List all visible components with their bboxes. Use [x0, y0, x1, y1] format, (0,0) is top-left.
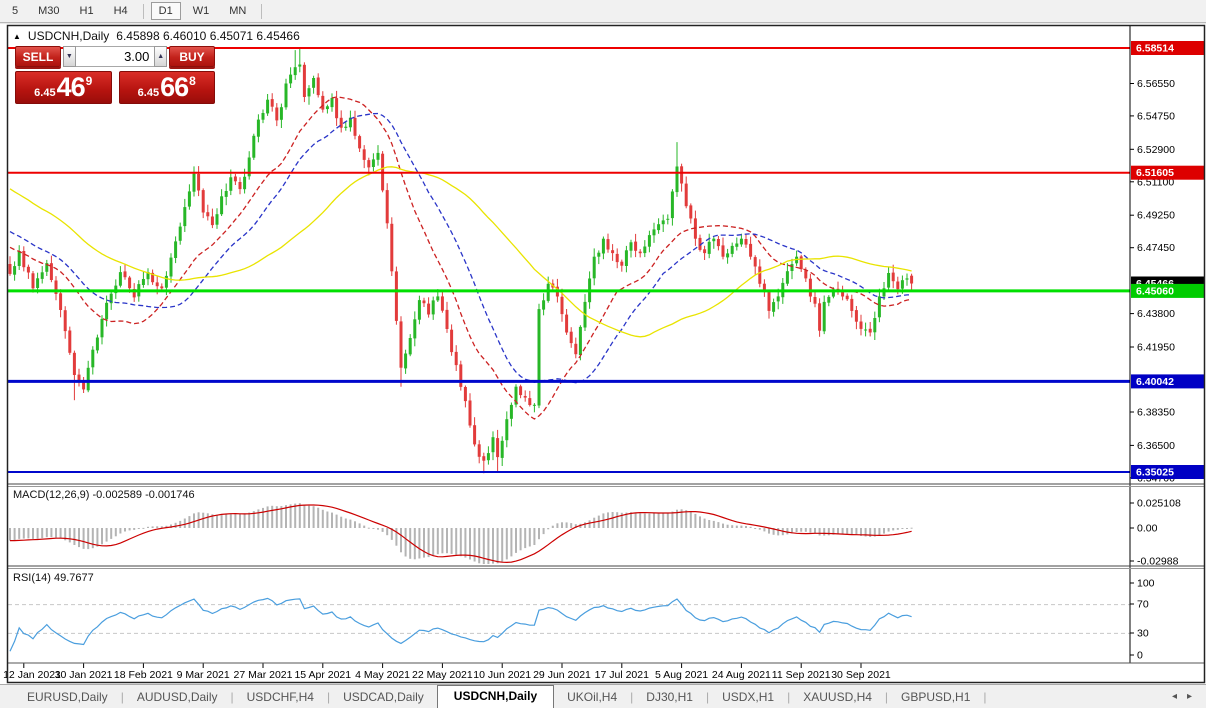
- date-tick-label: 15 Apr 2021: [294, 669, 351, 681]
- indicator-tick-label: 100: [1137, 578, 1155, 590]
- sell-price-pip: 9: [86, 74, 93, 88]
- tab-ukoil-h4[interactable]: UKOil,H4: [554, 687, 630, 708]
- rsi-pane: [8, 598, 1130, 651]
- volume-input[interactable]: [76, 46, 155, 67]
- svg-text:6.45060: 6.45060: [1136, 285, 1174, 297]
- timeframe-d1[interactable]: D1: [151, 2, 181, 20]
- tab-usdcnh-daily[interactable]: USDCNH,Daily: [437, 685, 554, 708]
- tab-usdx-h1[interactable]: USDX,H1: [709, 687, 787, 708]
- toolbar-separator: [143, 4, 144, 19]
- price-tick-label: 6.43800: [1137, 308, 1175, 320]
- indicator-tick-label: 70: [1137, 599, 1149, 611]
- tab-xauusd-h4[interactable]: XAUUSD,H4: [790, 687, 885, 708]
- svg-text:6.51605: 6.51605: [1136, 167, 1174, 179]
- sell-price-big: 46: [57, 73, 85, 102]
- level-lines[interactable]: [8, 48, 1130, 472]
- chart-ohlc-values: 6.45898 6.46010 6.45071 6.45466: [116, 29, 300, 43]
- tab-scroll-right-icon[interactable]: ▸: [1187, 691, 1192, 702]
- date-tick-label: 30 Jan 2021: [55, 669, 113, 681]
- chart-symbol-label: USDCNH,Daily: [28, 29, 109, 43]
- tab-usdchf-h4[interactable]: USDCHF,H4: [234, 687, 327, 708]
- macd-name: MACD(12,26,9): [13, 489, 89, 501]
- price-tick-label: 6.54750: [1137, 110, 1175, 122]
- buy-price-big: 66: [160, 73, 188, 102]
- tab-gbpusd-h1[interactable]: GBPUSD,H1: [888, 687, 983, 708]
- timeframe-h4[interactable]: H4: [106, 2, 136, 20]
- tab-audusd-daily[interactable]: AUDUSD,Daily: [124, 687, 231, 708]
- date-tick-label: 5 Aug 2021: [655, 669, 708, 681]
- rsi-indicator-label: RSI(14) 49.7677: [13, 572, 94, 584]
- ma-55-line: [10, 167, 912, 337]
- buy-button[interactable]: BUY: [169, 46, 215, 67]
- window-frames: [8, 26, 1205, 683]
- timeframe-mn[interactable]: MN: [221, 2, 254, 20]
- rsi-line: [10, 598, 912, 651]
- tab-dj30-h1[interactable]: DJ30,H1: [633, 687, 706, 708]
- svg-text:6.58514: 6.58514: [1136, 43, 1174, 55]
- date-tick-label: 29 Jun 2021: [533, 669, 591, 681]
- macd-values: -0.002589 -0.001746: [92, 489, 194, 501]
- tab-scroll-left-icon[interactable]: ◂: [1172, 691, 1177, 702]
- one-click-trading-widget: SELL ▼ ▲ BUY 6.45 46 9 6.45 66 8: [15, 46, 215, 104]
- candlestick-series: [9, 49, 914, 474]
- date-tick-label: 30 Sep 2021: [831, 669, 891, 681]
- macd-indicator-label: MACD(12,26,9) -0.002589 -0.001746: [13, 489, 195, 501]
- price-tick-label: 6.47450: [1137, 242, 1175, 254]
- price-tick-label: 6.38350: [1137, 407, 1175, 419]
- macd-histogram: [9, 503, 913, 564]
- timeframe-w1[interactable]: W1: [185, 2, 218, 20]
- date-tick-label: 22 May 2021: [412, 669, 473, 681]
- rsi-value: 49.7677: [54, 572, 94, 584]
- tabs-list: EURUSD,Daily|AUDUSD,Daily|USDCHF,H4|USDC…: [0, 685, 987, 708]
- sell-button[interactable]: SELL: [15, 46, 61, 67]
- indicator-axes: 0.0251080.00-0.0298810070300: [1130, 498, 1181, 662]
- volume-increase-button[interactable]: ▲: [154, 46, 167, 67]
- buy-price-prefix: 6.45: [138, 87, 159, 99]
- rsi-name: RSI(14): [13, 572, 51, 584]
- date-tick-label: 11 Sep 2021: [772, 669, 831, 681]
- indicator-tick-label: 0.025108: [1137, 498, 1181, 510]
- price-tick-label: 6.52900: [1137, 144, 1175, 156]
- date-tick-label: 24 Aug 2021: [712, 669, 771, 681]
- buy-price-display[interactable]: 6.45 66 8: [119, 71, 216, 104]
- sell-price-display[interactable]: 6.45 46 9: [15, 71, 112, 104]
- chart-window: 6.565506.547506.529006.511006.492506.474…: [0, 24, 1206, 684]
- timeframe-m30[interactable]: M30: [30, 2, 67, 20]
- collapse-arrow-icon[interactable]: ▲: [13, 32, 21, 41]
- volume-decrease-button[interactable]: ▼: [63, 46, 76, 67]
- chart-canvas[interactable]: 6.565506.547506.529006.511006.492506.474…: [0, 24, 1206, 684]
- tab-scroll-arrows: ◂ ▸: [1172, 691, 1192, 702]
- svg-text:6.35025: 6.35025: [1136, 467, 1174, 479]
- date-tick-label: 9 Mar 2021: [177, 669, 230, 681]
- ma-28-line: [10, 114, 912, 383]
- price-tick-label: 6.41950: [1137, 342, 1175, 354]
- date-tick-label: 18 Feb 2021: [114, 669, 173, 681]
- indicator-tick-label: 0: [1137, 650, 1143, 662]
- svg-text:6.40042: 6.40042: [1136, 376, 1174, 388]
- buy-price-pip: 8: [189, 74, 196, 88]
- time-axis[interactable]: 12 Jan 202130 Jan 202118 Feb 2021 9 Mar 2…: [3, 663, 891, 681]
- price-tick-label: 6.56550: [1137, 78, 1175, 90]
- tab-eurusd-daily[interactable]: EURUSD,Daily: [14, 687, 121, 708]
- price-tick-label: 6.36500: [1137, 440, 1175, 452]
- date-tick-label: 17 Jul 2021: [595, 669, 649, 681]
- date-tick-label: 27 Mar 2021: [234, 669, 293, 681]
- tab-usdcad-daily[interactable]: USDCAD,Daily: [330, 687, 437, 708]
- price-tick-label: 6.49250: [1137, 210, 1175, 222]
- date-tick-label: 10 Jun 2021: [473, 669, 531, 681]
- toolbar-separator: [261, 4, 262, 19]
- indicator-tick-label: 0.00: [1137, 523, 1158, 535]
- timeframe-5[interactable]: 5: [4, 2, 26, 20]
- volume-group: ▼ ▲: [63, 46, 167, 67]
- date-tick-label: 12 Jan 2021: [3, 669, 61, 681]
- tab-separator: |: [983, 690, 986, 704]
- chart-tabs-bar: EURUSD,Daily|AUDUSD,Daily|USDCHF,H4|USDC…: [0, 684, 1206, 708]
- chart-title: ▲ USDCNH,Daily 6.45898 6.46010 6.45071 6…: [13, 29, 300, 43]
- date-tick-label: 4 May 2021: [355, 669, 410, 681]
- timeframe-h1[interactable]: H1: [72, 2, 102, 20]
- timeframe-toolbar: 5M30 H1H4 D1W1MN: [0, 0, 1206, 23]
- sell-price-prefix: 6.45: [34, 87, 55, 99]
- indicator-tick-label: 30: [1137, 628, 1149, 640]
